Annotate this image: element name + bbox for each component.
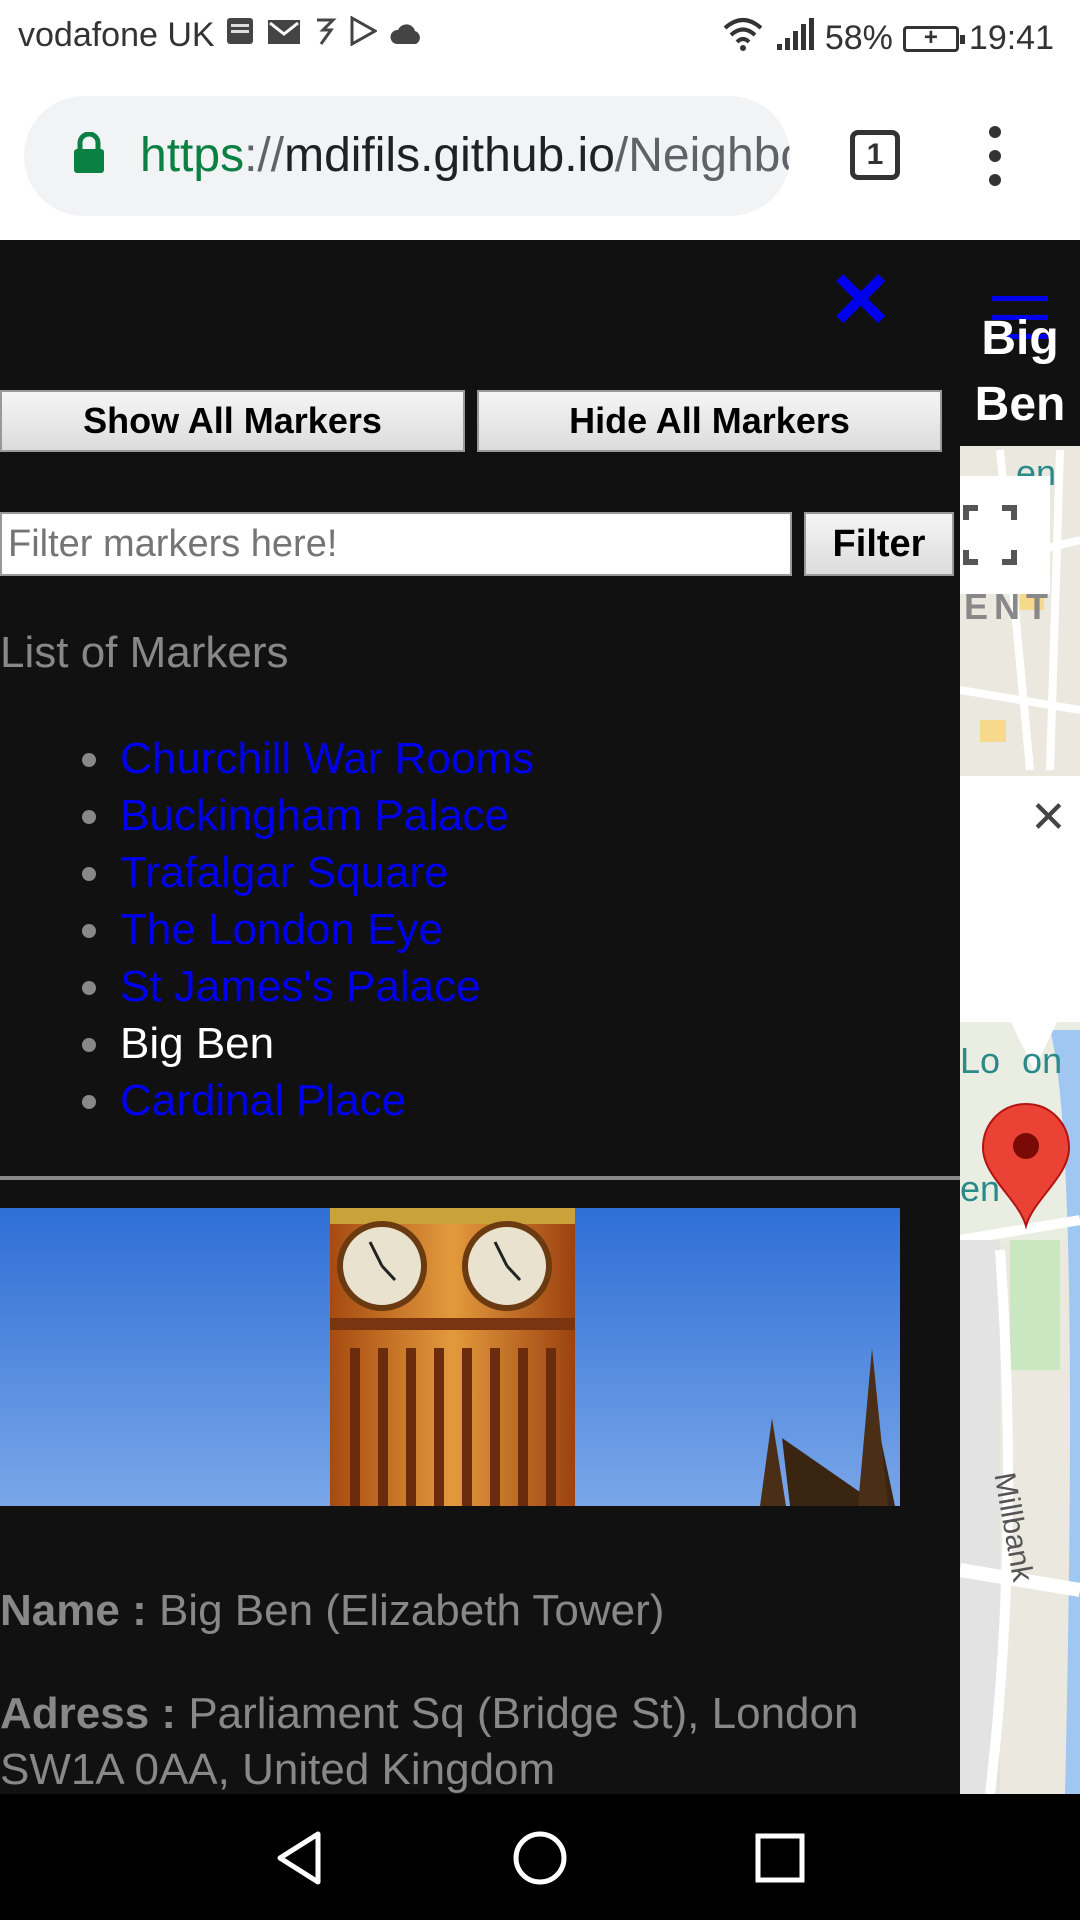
list-item[interactable]: Big Ben — [0, 1015, 534, 1072]
map-label-london: Lo on — [960, 1040, 1063, 1081]
hide-all-markers-button[interactable]: Hide All Markers — [477, 390, 942, 452]
close-sidebar-icon[interactable]: ✕ — [828, 261, 893, 339]
tab-switcher-button[interactable]: 1 — [850, 130, 900, 180]
system-nav-bar — [0, 1794, 1080, 1920]
marker-link-cardinal-place[interactable]: Cardinal Place — [120, 1076, 406, 1125]
url-path: /Neighborhood-Map — [614, 129, 790, 182]
url-host: mdifils.github.io — [284, 129, 615, 182]
lock-icon — [74, 132, 104, 173]
show-all-markers-button[interactable]: Show All Markers — [0, 390, 465, 452]
place-photo — [0, 1208, 900, 1506]
recent-apps-icon[interactable] — [750, 1828, 810, 1888]
wifi-icon — [721, 16, 765, 61]
web-page: ✕ Show All Markers Hide All Markers Filt… — [0, 240, 1080, 1794]
signal-icon — [775, 16, 815, 61]
info-name: Name : Big Ben (Elizabeth Tower) — [0, 1586, 664, 1636]
home-icon[interactable] — [510, 1828, 570, 1888]
map-title: Big Ben — [974, 312, 1066, 431]
bible-app-icon — [225, 16, 255, 55]
name-value: Big Ben (Elizabeth Tower) — [158, 1586, 665, 1635]
marker-link-st-jamess-palace[interactable]: St James's Palace — [120, 962, 481, 1011]
fullscreen-button[interactable] — [960, 476, 1050, 594]
cloud-icon — [389, 16, 423, 55]
gmail-icon — [267, 16, 301, 55]
battery-percent: 58% — [824, 19, 893, 57]
list-title: List of Markers — [0, 628, 289, 677]
list-item[interactable]: Cardinal Place — [0, 1072, 534, 1129]
filter-button[interactable]: Filter — [804, 512, 954, 576]
battery-charging-icon: + — [902, 25, 965, 52]
list-item[interactable]: Buckingham Palace — [0, 787, 534, 844]
carrier-label: vodafone UK — [18, 16, 215, 54]
clock: 19:41 — [968, 19, 1054, 57]
marker-link-london-eye[interactable]: The London Eye — [120, 905, 443, 954]
adress-label: Adress : — [0, 1689, 177, 1738]
info-adress: Adress : Parliament Sq (Bridge St), Lond… — [0, 1686, 940, 1794]
map-header: Big Ben — [960, 240, 1080, 446]
url-scheme: https — [140, 129, 245, 182]
back-icon[interactable] — [270, 1828, 330, 1888]
flash-icon — [313, 16, 337, 55]
list-item[interactable]: St James's Palace — [0, 958, 534, 1015]
marker-current-big-ben[interactable]: Big Ben — [120, 1019, 274, 1068]
browser-toolbar: https://mdifils.github.io/Neighborhood-M… — [0, 72, 1080, 240]
map[interactable]: Big Ben en ENT ✕ Lo on en Millbank — [960, 240, 1080, 1794]
marker-list: Churchill War Rooms Buckingham Palace Tr… — [0, 730, 534, 1129]
marker-link-trafalgar-square[interactable]: Trafalgar Square — [120, 848, 449, 897]
sidebar: ✕ Show All Markers Hide All Markers Filt… — [0, 240, 960, 1794]
url-bar[interactable]: https://mdifils.github.io/Neighborhood-M… — [24, 96, 790, 216]
fullscreen-icon — [963, 505, 1017, 565]
map-marker-pin-icon[interactable] — [981, 1100, 1071, 1230]
marker-link-churchill-war-rooms[interactable]: Churchill War Rooms — [120, 734, 534, 783]
url-separator: :// — [244, 129, 285, 182]
list-item[interactable]: The London Eye — [0, 901, 534, 958]
info-window: ✕ — [960, 776, 1080, 1022]
list-item[interactable]: Trafalgar Square — [0, 844, 534, 901]
play-store-icon — [349, 15, 378, 55]
filter-input[interactable] — [0, 512, 792, 576]
status-bar: vodafone UK 58% + 19:41 — [0, 0, 1080, 72]
info-window-close-icon[interactable]: ✕ — [1030, 792, 1067, 843]
name-label: Name : — [0, 1586, 147, 1635]
list-item[interactable]: Churchill War Rooms — [0, 730, 534, 787]
divider — [0, 1176, 960, 1180]
marker-link-buckingham-palace[interactable]: Buckingham Palace — [120, 791, 509, 840]
browser-menu-icon[interactable] — [985, 126, 1005, 186]
